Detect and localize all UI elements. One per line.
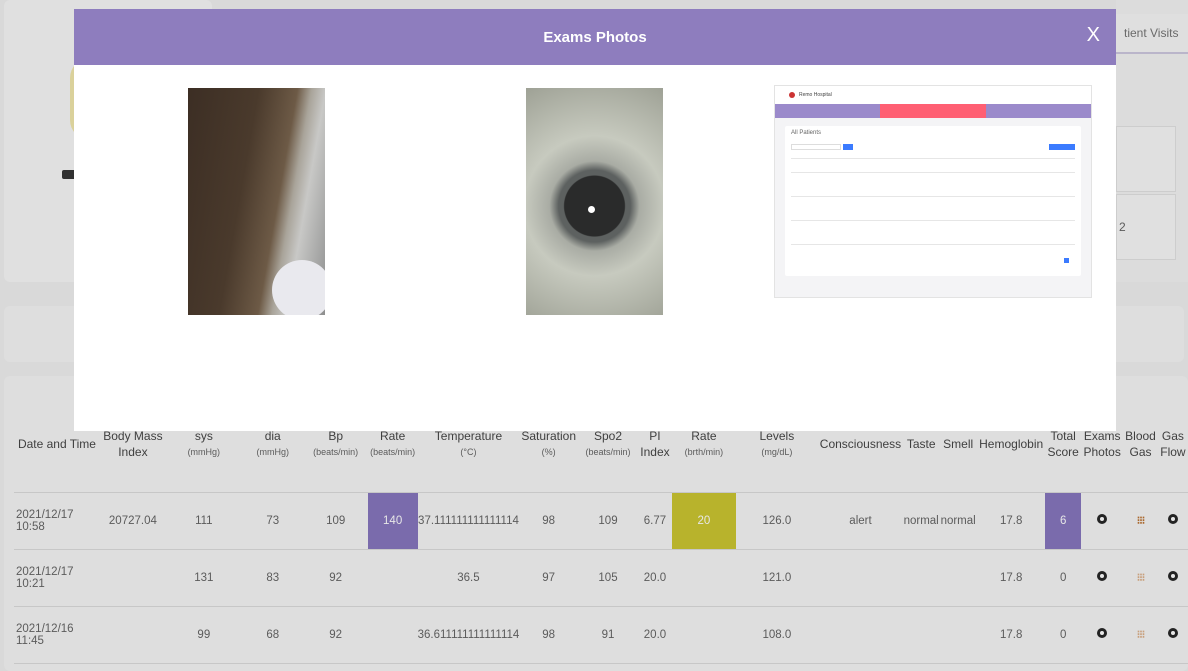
close-button[interactable]: X	[1087, 23, 1100, 47]
screenshot-header: Remo Hospital	[775, 86, 1091, 104]
screenshot-divider	[791, 244, 1075, 245]
screenshot-pager	[1064, 258, 1069, 263]
photo-glare	[272, 260, 325, 315]
pupil-reflection	[588, 206, 595, 213]
exam-photo-eye[interactable]	[526, 88, 663, 315]
screenshot-add-button	[1049, 144, 1075, 150]
screenshot-nav-item	[985, 104, 1091, 118]
screenshot-divider	[791, 220, 1075, 221]
screenshot-nav	[775, 104, 1091, 118]
screenshot-nav-item-active	[880, 104, 986, 118]
modal-header: Exams Photos X	[74, 9, 1116, 65]
modal-title: Exams Photos	[543, 28, 647, 46]
exam-photo-screenshot[interactable]: Remo Hospital All Patients	[774, 85, 1092, 298]
hospital-logo-icon	[789, 92, 795, 98]
screenshot-app-name: Remo Hospital	[799, 92, 832, 98]
screenshot-divider	[791, 172, 1075, 173]
screenshot-heading: All Patients	[791, 130, 822, 136]
screenshot-content: All Patients	[785, 126, 1081, 276]
screenshot-divider	[791, 158, 1075, 159]
screenshot-search	[791, 144, 841, 150]
exams-photos-modal: Exams Photos X Remo Hospital All Patient…	[74, 9, 1116, 431]
screenshot-nav-item	[775, 104, 881, 118]
screenshot-divider	[791, 196, 1075, 197]
exam-photo-1[interactable]	[188, 88, 325, 315]
screenshot-search-button	[843, 144, 853, 150]
